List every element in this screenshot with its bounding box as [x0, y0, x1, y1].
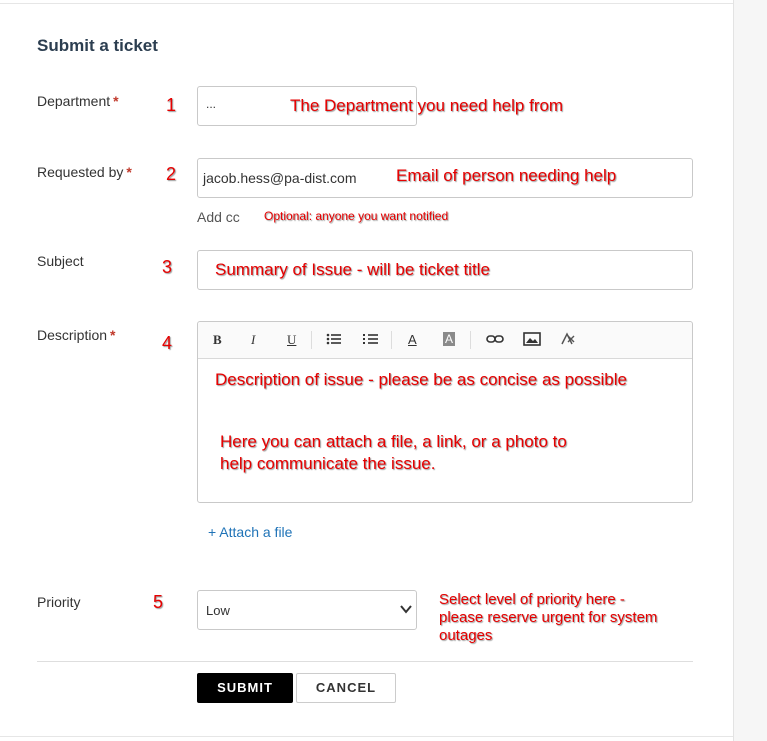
- add-cc-link[interactable]: Add cc: [197, 209, 240, 225]
- chevron-down-icon[interactable]: [400, 603, 412, 617]
- link-icon[interactable]: [486, 332, 504, 349]
- subject-label: Subject: [37, 253, 84, 269]
- numbered-list-icon[interactable]: [363, 331, 379, 350]
- department-label: Department *: [37, 93, 119, 109]
- form-divider: [37, 661, 693, 662]
- required-marker: *: [110, 327, 116, 343]
- required-marker: *: [113, 93, 119, 109]
- annotation-number-1: 1: [166, 95, 177, 115]
- cancel-button[interactable]: CANCEL: [296, 673, 396, 703]
- annotation-number-5: 5: [153, 592, 164, 612]
- background-color-icon[interactable]: A: [443, 332, 456, 346]
- toolbar-separator: [391, 331, 392, 349]
- bottom-border: [0, 736, 733, 737]
- editor-toolbar: B I U A A: [198, 322, 692, 359]
- clear-format-icon[interactable]: [559, 332, 577, 349]
- page-title: Submit a ticket: [37, 36, 158, 55]
- toolbar-separator: [311, 331, 312, 349]
- annotation-department: The Department you need help from: [290, 96, 564, 115]
- annotation-add-cc: Optional: anyone you want notified: [264, 209, 449, 223]
- text-color-icon[interactable]: A: [408, 332, 417, 347]
- annotation-requested-by: Email of person needing help: [396, 166, 617, 185]
- annotation-priority: Select level of priority here - please r…: [439, 591, 658, 644]
- submit-button[interactable]: SUBMIT: [197, 673, 293, 703]
- attach-file-link[interactable]: + Attach a file: [208, 524, 292, 540]
- annotation-subject: Summary of Issue - will be ticket title: [215, 260, 490, 279]
- top-border: [0, 3, 733, 4]
- requested-by-label: Requested by *: [37, 164, 132, 180]
- priority-value: Low: [206, 603, 230, 618]
- priority-label: Priority: [37, 594, 81, 610]
- description-label: Description *: [37, 327, 116, 343]
- department-value: ...: [206, 97, 217, 111]
- scrollbar-track[interactable]: [733, 0, 767, 741]
- annotation-number-2: 2: [166, 164, 177, 184]
- image-icon[interactable]: [523, 332, 541, 349]
- annotation-description: Description of issue - please be as conc…: [215, 370, 627, 389]
- annotation-number-4: 4: [162, 333, 173, 353]
- italic-icon[interactable]: I: [251, 332, 255, 348]
- annotation-number-3: 3: [162, 257, 173, 277]
- required-marker: *: [126, 164, 132, 180]
- bold-icon[interactable]: B: [213, 332, 222, 348]
- bullet-list-icon[interactable]: [326, 331, 342, 350]
- requested-by-value: jacob.hess@pa-dist.com: [203, 170, 357, 186]
- underline-icon[interactable]: U: [287, 332, 296, 348]
- annotation-attach: Here you can attach a file, a link, or a…: [220, 432, 567, 473]
- toolbar-separator: [470, 331, 471, 349]
- priority-select[interactable]: Low: [197, 590, 417, 630]
